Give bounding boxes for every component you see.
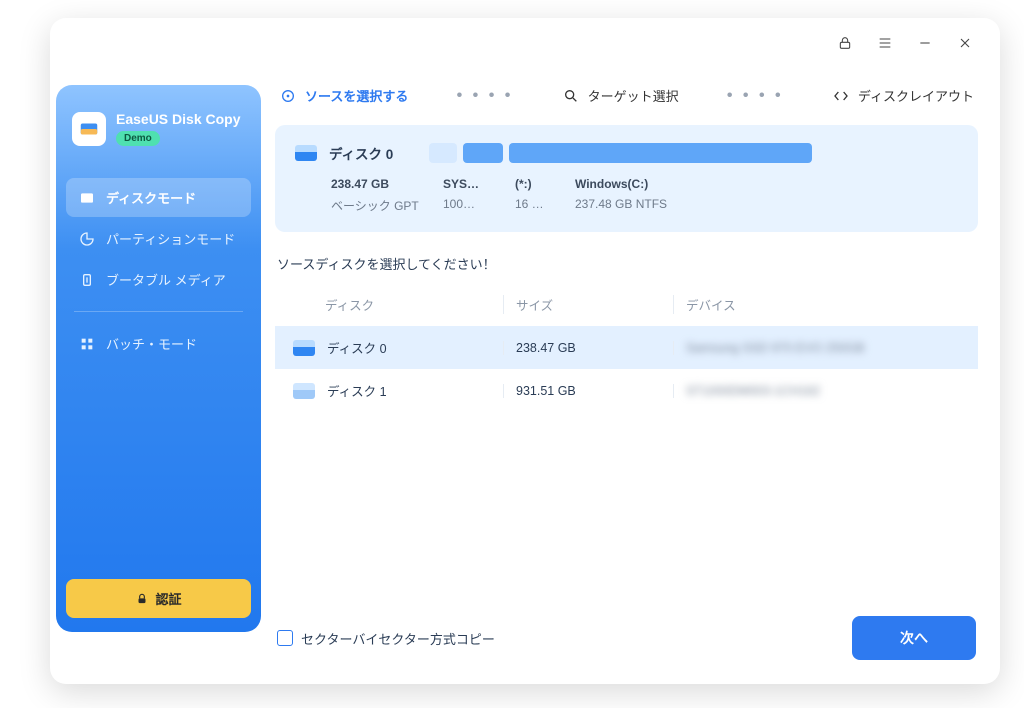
selected-disk-card: ディスク 0 238.47 GB ベーシック GPT SYS… 100… (*:) 1…: [275, 125, 978, 232]
col-header-device: デバイス: [673, 295, 960, 314]
disk-icon: [293, 340, 315, 356]
next-button[interactable]: 次へ: [852, 616, 976, 660]
partition-size: 237.48 GB NTFS: [575, 197, 667, 211]
step-select-source[interactable]: ソースを選択する: [279, 86, 408, 105]
checkbox-box: [277, 630, 293, 646]
sidebar-item-batch-mode[interactable]: バッチ・モード: [66, 324, 251, 363]
disk-mode-icon: [78, 189, 96, 207]
lock-small-icon: [135, 592, 149, 606]
partition-label: (*:): [515, 177, 553, 191]
step-label: ソースを選択する: [305, 86, 408, 105]
disk-size: 238.47 GB: [331, 177, 421, 191]
disk-type: ベーシック GPT: [331, 197, 421, 214]
partition-segment: [429, 143, 457, 163]
sidebar-nav: ディスクモード パーティションモード ブータブル メディア バッチ・モード: [66, 178, 251, 363]
titlebar: [810, 18, 1000, 68]
partition-columns: 238.47 GB ベーシック GPT SYS… 100… (*:) 16 … Win…: [331, 177, 958, 214]
partition-size: 16 …: [515, 197, 553, 211]
partition-bar: [429, 143, 958, 163]
partition-size: 100…: [443, 197, 493, 211]
sidebar: EaseUS Disk Copy Demo ディスクモード パーティションモード…: [56, 85, 261, 632]
demo-badge: Demo: [116, 131, 160, 146]
sidebar-item-bootable-media[interactable]: ブータブル メディア: [66, 260, 251, 299]
step-dots: • • • •: [727, 87, 784, 105]
partition-label: SYS…: [443, 177, 493, 191]
step-label: ターゲット選択: [588, 86, 679, 105]
step-dots: • • • •: [457, 87, 514, 105]
close-button[interactable]: [948, 26, 982, 60]
sidebar-item-partition-mode[interactable]: パーティションモード: [66, 219, 251, 258]
row-disk-name: ディスク 1: [327, 381, 387, 400]
disk-table: ディスク サイズ デバイス ディスク 0 238.47 GB Samsung S…: [275, 283, 978, 412]
magnifier-icon: [562, 87, 580, 105]
layout-icon: [832, 87, 850, 105]
table-row[interactable]: ディスク 1 931.51 GB ST1000DM003-1CH162: [275, 369, 978, 412]
step-select-target[interactable]: ターゲット選択: [562, 86, 679, 105]
usb-icon: [78, 271, 96, 289]
sidebar-item-label: ディスクモード: [106, 188, 196, 207]
target-icon: [279, 87, 297, 105]
selected-disk-name: ディスク 0: [329, 143, 393, 163]
disk-icon: [295, 145, 317, 161]
row-device: ST1000DM003-1CH162: [686, 384, 820, 398]
app-logo-icon: [72, 112, 106, 146]
sidebar-item-label: バッチ・モード: [106, 334, 197, 353]
app-title: EaseUS Disk Copy: [116, 111, 241, 127]
activate-label: 認証: [155, 589, 181, 608]
app-window: EaseUS Disk Copy Demo ディスクモード パーティションモード…: [50, 18, 1000, 684]
sidebar-divider: [74, 311, 243, 312]
brand: EaseUS Disk Copy Demo: [66, 107, 251, 156]
sidebar-item-disk-mode[interactable]: ディスクモード: [66, 178, 251, 217]
step-disk-layout[interactable]: ディスクレイアウト: [832, 86, 974, 105]
partition-label: Windows(C:): [575, 177, 667, 191]
col-header-name: ディスク: [293, 295, 503, 314]
grid-icon: [78, 335, 96, 353]
table-row[interactable]: ディスク 0 238.47 GB Samsung SSD 970 EVO 250…: [275, 326, 978, 369]
bottom-bar: セクターバイセクター方式コピー 次へ: [275, 608, 978, 662]
checkbox-label: セクターバイセクター方式コピー: [301, 629, 495, 648]
activate-button[interactable]: 認証: [66, 579, 251, 618]
partition-segment: [463, 143, 503, 163]
disk-icon: [293, 383, 315, 399]
table-header: ディスク サイズ デバイス: [275, 283, 978, 326]
sector-by-sector-checkbox[interactable]: セクターバイセクター方式コピー: [277, 629, 495, 648]
main-content: ソースを選択する • • • • ターゲット選択 • • • • ディスクレイア…: [275, 78, 978, 662]
menu-icon[interactable]: [868, 26, 902, 60]
step-label: ディスクレイアウト: [858, 86, 974, 105]
minimize-button[interactable]: [908, 26, 942, 60]
sidebar-item-label: パーティションモード: [106, 229, 235, 248]
sidebar-item-label: ブータブル メディア: [106, 270, 226, 289]
lock-icon[interactable]: [828, 26, 862, 60]
col-header-size: サイズ: [503, 295, 673, 314]
row-disk-size: 238.47 GB: [503, 341, 673, 355]
select-source-prompt: ソースディスクを選択してください！: [277, 254, 978, 273]
row-disk-name: ディスク 0: [327, 338, 387, 357]
row-device: Samsung SSD 970 EVO 250GB: [686, 341, 865, 355]
wizard-steps: ソースを選択する • • • • ターゲット選択 • • • • ディスクレイア…: [275, 78, 978, 125]
partition-free: [818, 143, 958, 163]
row-disk-size: 931.51 GB: [503, 384, 673, 398]
pie-chart-icon: [78, 230, 96, 248]
partition-segment: [509, 143, 812, 163]
